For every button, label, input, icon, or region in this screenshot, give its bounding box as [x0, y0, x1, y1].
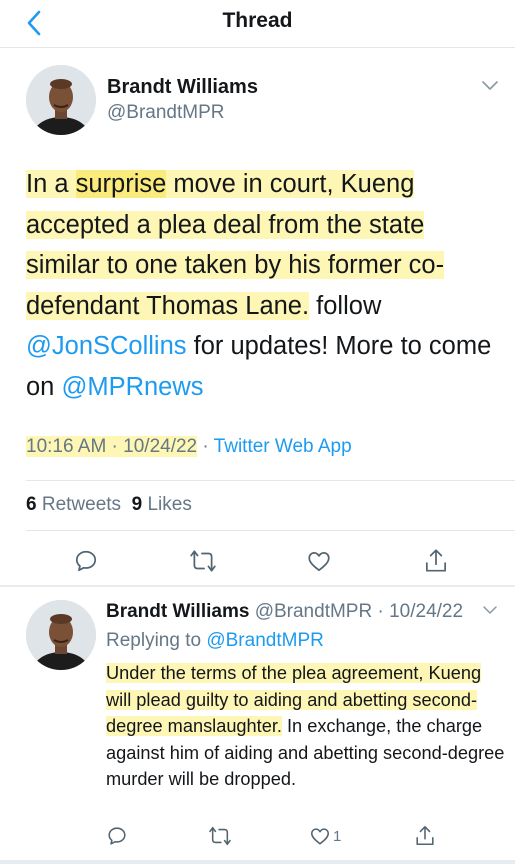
reply-button[interactable]: [70, 546, 102, 576]
thread-screen: Thread Brandt Williams @BrandtMPR In a s…: [0, 0, 515, 864]
mention-link[interactable]: @MPRnews: [61, 373, 203, 401]
tweet-options-button[interactable]: [480, 78, 500, 94]
like-button[interactable]: [303, 546, 335, 576]
retweets-count: 6: [26, 494, 37, 515]
retweets-label: Retweets: [41, 494, 122, 515]
page-title: Thread: [222, 9, 293, 32]
chevron-down-icon: [482, 81, 498, 90]
mention-link[interactable]: @JonSCollins: [26, 332, 187, 360]
share-button[interactable]: [411, 822, 439, 850]
timestamp[interactable]: 10:16 AM · 10/24/22: [26, 436, 198, 457]
retweet-icon: [209, 826, 231, 846]
author-handle[interactable]: @BrandtMPR: [107, 102, 225, 124]
tweet-meta: 10:16 AM · 10/24/22 · Twitter Web App: [26, 436, 352, 458]
retweet-button[interactable]: [205, 823, 235, 849]
author-handle[interactable]: @BrandtMPR: [255, 601, 373, 622]
heart-icon: [310, 828, 330, 845]
like-button[interactable]: 1: [309, 823, 349, 849]
replying-to: Replying to @BrandtMPR: [106, 630, 324, 652]
reply-header: Brandt Williams @BrandtMPR · 10/24/22: [106, 601, 463, 623]
share-icon: [425, 549, 447, 572]
comment-icon: [75, 550, 97, 572]
text-segment: follow: [309, 291, 382, 320]
retweets-stat[interactable]: 6 Retweets: [26, 494, 121, 515]
author-name[interactable]: Brandt Williams: [107, 76, 258, 99]
like-count: 1: [333, 827, 342, 845]
likes-count: 9: [131, 494, 143, 515]
replying-label: Replying to: [106, 630, 207, 651]
share-button[interactable]: [420, 545, 452, 577]
meta-separator: ·: [197, 436, 214, 457]
retweet-button[interactable]: [186, 546, 220, 576]
share-icon: [416, 826, 434, 846]
reply-button[interactable]: [103, 823, 131, 849]
highlighted-word: surprise: [75, 170, 167, 198]
tweet-options-button[interactable]: [482, 603, 498, 617]
likes-label: Likes: [147, 494, 192, 515]
tweet-separator: [0, 585, 515, 587]
likes-stat[interactable]: 9 Likes: [132, 494, 192, 515]
top-nav-bar: Thread: [0, 0, 515, 48]
bottom-separator: [0, 860, 515, 864]
source-link[interactable]: Twitter Web App: [214, 436, 352, 457]
tweet-stats: 6 Retweets 9 Likes: [26, 494, 192, 516]
mention-link[interactable]: @BrandtMPR: [206, 630, 324, 651]
retweet-icon: [190, 550, 216, 572]
comment-icon: [108, 827, 126, 845]
reply-text: Under the terms of the plea agreement, K…: [106, 660, 506, 793]
tweet-text: In a surprise move in court, Kueng accep…: [26, 164, 496, 407]
divider: [26, 530, 515, 531]
avatar[interactable]: [26, 65, 96, 135]
text-segment: In a: [26, 170, 76, 198]
tweet-date: · 10/24/22: [372, 601, 464, 622]
avatar[interactable]: [26, 600, 96, 670]
heart-icon: [308, 552, 330, 572]
author-name[interactable]: Brandt Williams: [106, 601, 249, 622]
divider: [26, 480, 515, 481]
chevron-down-icon: [483, 605, 497, 614]
